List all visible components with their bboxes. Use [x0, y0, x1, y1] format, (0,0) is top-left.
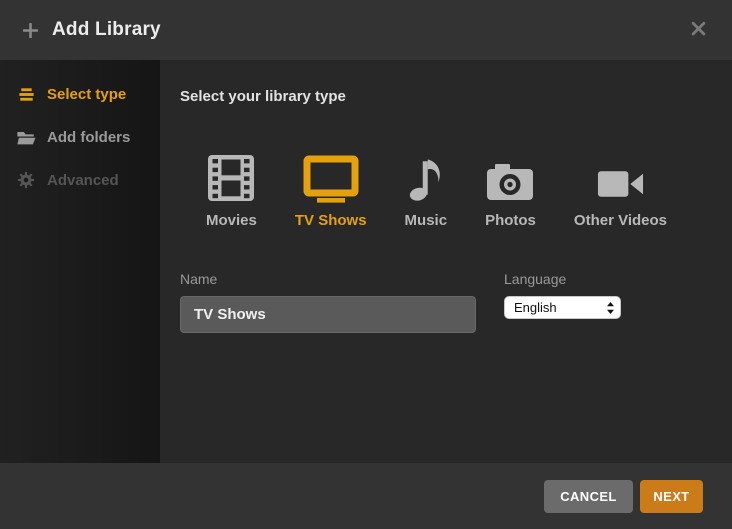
- type-other-videos[interactable]: Other Videos: [574, 151, 667, 229]
- video-camera-icon: [596, 151, 645, 203]
- type-movies[interactable]: Movies: [206, 151, 257, 229]
- type-tv-shows[interactable]: TV Shows: [295, 151, 367, 229]
- name-field-group: Name: [180, 271, 476, 333]
- dialog-title: Add Library: [52, 19, 161, 40]
- library-type-picker: Movies TV Shows Music Photos Other Video…: [206, 151, 712, 229]
- language-field-group: Language English: [504, 271, 621, 333]
- library-fields: Name Language English: [180, 271, 712, 333]
- film-strip-icon: [206, 151, 256, 203]
- type-label: TV Shows: [294, 212, 367, 229]
- language-selected-value: English: [514, 300, 557, 315]
- type-label: Other Videos: [573, 212, 667, 229]
- dialog-body: Select type Add folders Advanced Select …: [0, 60, 732, 463]
- list-lines-icon: [16, 85, 36, 104]
- add-library-dialog: Add Library Select type Add folders Adva…: [0, 0, 732, 529]
- sidebar-item-label: Select type: [47, 86, 127, 103]
- sidebar-item-label: Advanced: [47, 171, 119, 189]
- dialog-header: Add Library: [0, 0, 732, 60]
- type-label: Movies: [206, 212, 257, 229]
- plus-icon: [22, 22, 39, 39]
- music-note-icon: [405, 151, 447, 203]
- steps-sidebar: Select type Add folders Advanced: [0, 60, 160, 463]
- name-input[interactable]: [180, 296, 476, 333]
- sidebar-item-add-folders[interactable]: Add folders: [0, 116, 160, 159]
- folder-icon: [16, 128, 36, 147]
- select-stepper-icon: [606, 301, 615, 315]
- next-button[interactable]: NEXT: [640, 479, 703, 513]
- type-photos[interactable]: Photos: [485, 151, 536, 229]
- sidebar-item-label: Add folders: [47, 129, 131, 146]
- sidebar-item-advanced[interactable]: Advanced: [0, 159, 160, 201]
- name-label: Name: [180, 271, 218, 287]
- type-music[interactable]: Music: [404, 151, 448, 229]
- language-select[interactable]: English: [504, 296, 621, 319]
- tv-icon: [303, 151, 359, 203]
- sidebar-item-select-type[interactable]: Select type: [0, 73, 160, 116]
- page-title: Select your library type: [180, 88, 346, 105]
- dialog-footer: CANCEL NEXT: [0, 463, 732, 529]
- language-label: Language: [504, 271, 567, 287]
- gear-icon: [16, 171, 36, 189]
- type-label: Photos: [485, 212, 536, 229]
- camera-icon: [485, 151, 535, 203]
- cancel-button[interactable]: CANCEL: [544, 479, 633, 513]
- type-label: Music: [404, 212, 448, 229]
- main-content: Select your library type Movies TV Shows…: [160, 60, 732, 463]
- close-icon[interactable]: [687, 17, 710, 40]
